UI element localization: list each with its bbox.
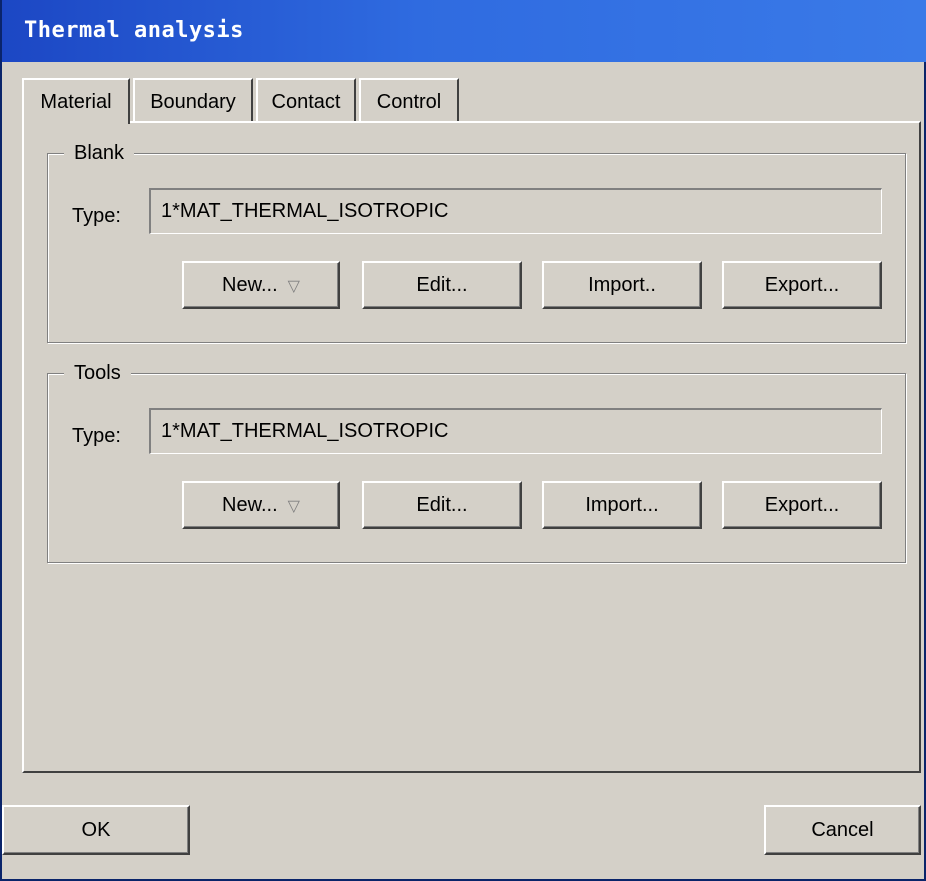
dropdown-triangle-icon: ▽ [287, 498, 300, 515]
tab-contact[interactable]: Contact [256, 78, 356, 122]
tab-boundary[interactable]: Boundary [133, 78, 253, 122]
tools-export-button[interactable]: Export... [722, 481, 882, 529]
title-bar[interactable]: Thermal analysis [2, 0, 926, 62]
tools-new-label: New... [222, 494, 278, 516]
tools-edit-button[interactable]: Edit... [362, 481, 522, 529]
dropdown-triangle-icon: ▽ [287, 278, 300, 295]
ok-button[interactable]: OK [2, 805, 190, 855]
tools-type-label: Type: [72, 425, 121, 447]
tools-group: Tools Type: 1*MAT_THERMAL_ISOTROPIC New.… [47, 360, 906, 563]
tools-new-button[interactable]: New... ▽ [182, 481, 340, 529]
tab-control[interactable]: Control [359, 78, 459, 122]
tools-type-field[interactable]: 1*MAT_THERMAL_ISOTROPIC [149, 408, 882, 454]
blank-export-button[interactable]: Export... [722, 261, 882, 309]
material-tab-panel: Blank Type: 1*MAT_THERMAL_ISOTROPIC New.… [22, 121, 921, 773]
blank-new-button[interactable]: New... ▽ [182, 261, 340, 309]
thermal-analysis-dialog: Thermal analysis Material Boundary Conta… [0, 0, 926, 881]
tab-material[interactable]: Material [22, 78, 130, 124]
tools-import-button[interactable]: Import... [542, 481, 702, 529]
blank-edit-button[interactable]: Edit... [362, 261, 522, 309]
window-title: Thermal analysis [24, 18, 244, 43]
blank-import-button[interactable]: Import.. [542, 261, 702, 309]
blank-type-label: Type: [72, 205, 121, 227]
blank-type-field[interactable]: 1*MAT_THERMAL_ISOTROPIC [149, 188, 882, 234]
cancel-button[interactable]: Cancel [764, 805, 921, 855]
blank-group: Blank Type: 1*MAT_THERMAL_ISOTROPIC New.… [47, 140, 906, 343]
tools-group-legend: Tools [64, 360, 131, 386]
blank-new-label: New... [222, 274, 278, 296]
blank-group-legend: Blank [64, 140, 135, 166]
